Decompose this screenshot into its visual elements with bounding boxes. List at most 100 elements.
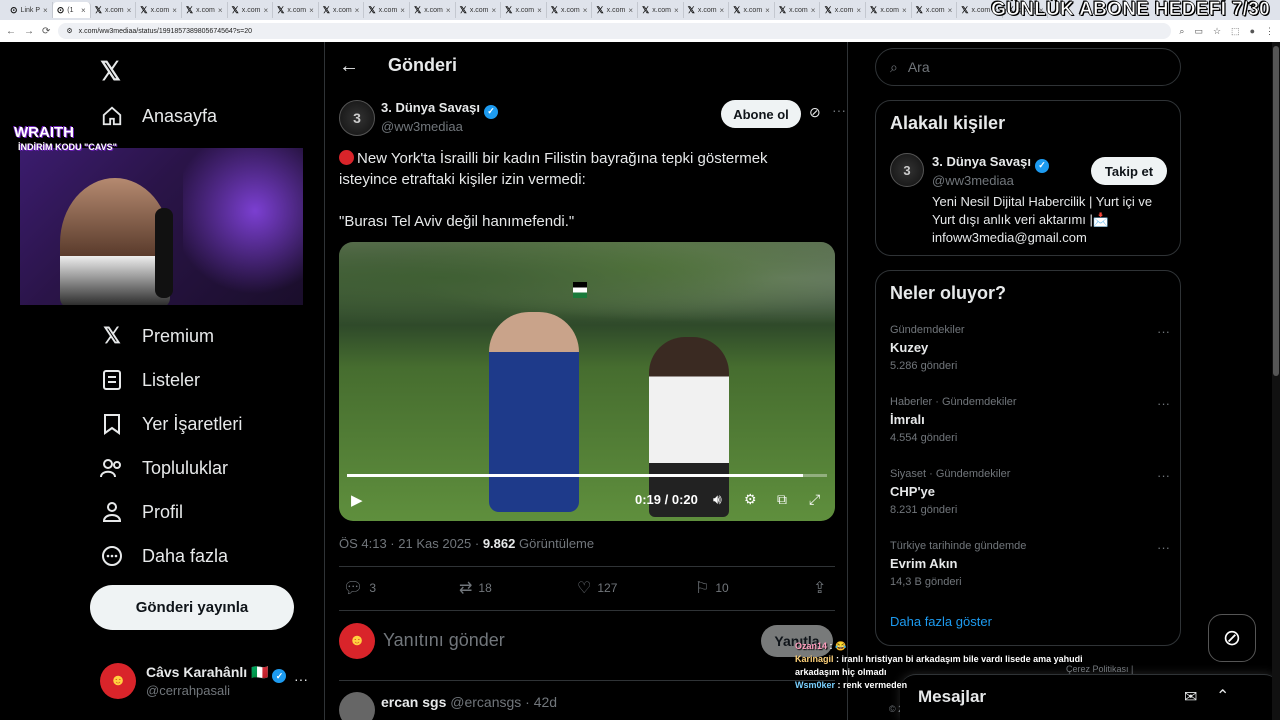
pip-icon[interactable]: ⧉ [777, 491, 787, 508]
nav-premium[interactable]: 𝕏 Premium [100, 323, 214, 348]
tab-close-icon[interactable]: × [263, 6, 268, 15]
trend-item[interactable]: Türkiye tarihinde gündemde Evrim Akın 14… [890, 540, 1170, 588]
follow-button[interactable]: Takip et [1091, 157, 1167, 185]
bookmark-star-icon[interactable]: ☆ [1213, 26, 1221, 37]
reply-input[interactable]: Yanıtını gönder [383, 630, 505, 651]
browser-tab[interactable]: 𝕏x.com × [547, 2, 593, 18]
new-message-icon[interactable]: ✉ [1184, 687, 1197, 707]
related-avatar[interactable]: 3 [890, 153, 924, 187]
volume-icon[interactable]: 🔊︎ [713, 491, 722, 508]
browser-tab[interactable]: 𝕏x.com × [319, 2, 365, 18]
cast-icon[interactable]: ▭ [1194, 26, 1203, 37]
post-more-icon[interactable]: ··· [832, 102, 846, 118]
reply-action[interactable]: 💬︎ 3 [343, 578, 376, 598]
tab-close-icon[interactable]: × [856, 6, 861, 15]
trend-item[interactable]: Haberler · Gündemdekiler İmralı 4.554 gö… [890, 396, 1170, 444]
tab-close-icon[interactable]: × [400, 6, 405, 15]
tab-close-icon[interactable]: × [492, 6, 497, 15]
browser-tab[interactable]: 𝕏x.com × [273, 2, 319, 18]
back-arrow-icon[interactable]: ← [339, 55, 359, 78]
tab-close-icon[interactable]: × [537, 6, 542, 15]
author-handle[interactable]: @ww3mediaa [381, 119, 463, 134]
account-more-icon[interactable]: ··· [294, 671, 308, 687]
site-info-icon[interactable]: ⚙ [66, 27, 72, 35]
show-more-link[interactable]: Daha fazla göster [890, 614, 992, 629]
bookmark-action[interactable]: ⚐ 10 [695, 578, 729, 598]
nav-bookmarks[interactable]: Yer İşaretleri [100, 412, 242, 436]
tab-close-icon[interactable]: × [948, 6, 953, 15]
post-video[interactable]: ▶ 0:19 / 0:20 🔊︎ ⚙ ⧉ ⤢ [339, 242, 835, 521]
nav-home[interactable]: Anasayfa [100, 104, 217, 128]
nav-communities[interactable]: Topluluklar [100, 456, 228, 480]
tab-close-icon[interactable]: × [674, 6, 679, 15]
author-avatar[interactable]: 3 [339, 100, 375, 136]
browser-tab[interactable]: 𝕏x.com × [775, 2, 821, 18]
trend-more-icon[interactable]: ··· [1157, 324, 1170, 339]
grok-floating-button[interactable]: ⊘ [1208, 614, 1256, 662]
profile-icon[interactable]: ● [1250, 26, 1255, 37]
tab-close-icon[interactable]: × [902, 6, 907, 15]
trend-more-icon[interactable]: ··· [1157, 468, 1170, 483]
browser-tab[interactable]: 𝕏x.com × [91, 2, 137, 18]
browser-tab[interactable]: 𝕏x.com × [729, 2, 775, 18]
browser-tab[interactable]: 𝕏x.com × [866, 2, 912, 18]
browser-tab[interactable]: 𝕏x.com × [364, 2, 410, 18]
tab-close-icon[interactable]: × [583, 6, 588, 15]
page-scrollbar[interactable] [1272, 42, 1280, 720]
tab-close-icon[interactable]: × [765, 6, 770, 15]
reply-item[interactable]: ercan sgs @ercansgs · 42d [339, 690, 835, 720]
grok-icon[interactable]: ⊘ [809, 104, 821, 121]
video-progress-bar[interactable] [347, 474, 827, 477]
browser-tab[interactable]: 𝕏x.com × [592, 2, 638, 18]
tab-close-icon[interactable]: × [172, 6, 177, 15]
settings-gear-icon[interactable]: ⚙ [744, 491, 757, 508]
like-action[interactable]: ♡ 127 [577, 578, 617, 598]
fullscreen-icon[interactable]: ⤢ [809, 491, 820, 508]
tab-close-icon[interactable]: × [811, 6, 816, 15]
reload-icon[interactable]: ⟳ [42, 26, 50, 37]
tab-close-icon[interactable]: × [309, 6, 314, 15]
browser-tab[interactable]: 𝕏x.com × [820, 2, 867, 18]
forward-nav-icon[interactable]: → [24, 26, 34, 37]
x-logo-icon[interactable]: 𝕏 [100, 56, 121, 87]
trend-item[interactable]: Siyaset · Gündemdekiler CHP'ye 8.231 gön… [890, 468, 1170, 516]
tab-close-icon[interactable]: × [720, 6, 725, 15]
repost-action[interactable]: ⇄ 18 [459, 578, 492, 598]
account-switcher[interactable]: ☻ Câvs Karahânlı 🇮🇹 ✓ @cerrahpasali ··· [100, 661, 314, 701]
back-nav-icon[interactable]: ← [6, 26, 16, 37]
related-handle[interactable]: @ww3mediaa [932, 173, 1014, 188]
browser-tab[interactable]: 𝕏x.com × [182, 2, 228, 18]
trend-more-icon[interactable]: ··· [1157, 396, 1170, 411]
url-field[interactable]: ⚙ x.com/ww3mediaa/status/199185738980567… [58, 23, 1172, 39]
tab-close-icon[interactable]: × [43, 6, 48, 15]
browser-tab[interactable]: 𝕏x.com × [638, 2, 684, 18]
expand-icon[interactable]: ⌃ [1216, 686, 1229, 706]
browser-tab[interactable]: ⊙ Link P × [6, 2, 53, 18]
related-name[interactable]: 3. Dünya Savaşı ✓ [932, 154, 1049, 173]
browser-tab[interactable]: 𝕏x.com × [684, 2, 730, 18]
browser-tab[interactable]: 𝕏x.com × [228, 2, 274, 18]
browser-tab[interactable]: 𝕏x.com × [912, 2, 958, 18]
scrollbar-thumb[interactable] [1273, 46, 1279, 376]
extensions-icon[interactable]: ⬚ [1231, 26, 1240, 37]
tab-close-icon[interactable]: × [446, 6, 451, 15]
browser-tab[interactable]: 𝕏x.com × [136, 2, 182, 18]
trend-more-icon[interactable]: ··· [1157, 540, 1170, 555]
tab-close-icon[interactable]: × [628, 6, 633, 15]
browser-tab[interactable]: 𝕏x.com × [456, 2, 502, 18]
search-input[interactable]: ⌕ Ara [875, 48, 1181, 86]
nav-lists[interactable]: Listeler [100, 368, 200, 392]
browser-tab[interactable]: ⊙ (1 × [52, 2, 91, 18]
tab-close-icon[interactable]: × [127, 6, 132, 15]
author-name[interactable]: 3. Dünya Savaşı ✓ [381, 100, 498, 119]
nav-more[interactable]: Daha fazla [100, 544, 228, 568]
zoom-icon[interactable]: ⌕ [1179, 26, 1184, 37]
tab-close-icon[interactable]: × [355, 6, 360, 15]
trend-item[interactable]: Gündemdekiler Kuzey 5.286 gönderi ··· [890, 324, 1170, 372]
browser-tab[interactable]: 𝕏x.com × [501, 2, 547, 18]
tab-close-icon[interactable]: × [218, 6, 223, 15]
subscribe-button[interactable]: Abone ol [721, 100, 801, 128]
browser-tab[interactable]: 𝕏x.com × [410, 2, 456, 18]
post-button[interactable]: Gönderi yayınla [90, 585, 294, 630]
tab-close-icon[interactable]: × [81, 6, 86, 15]
